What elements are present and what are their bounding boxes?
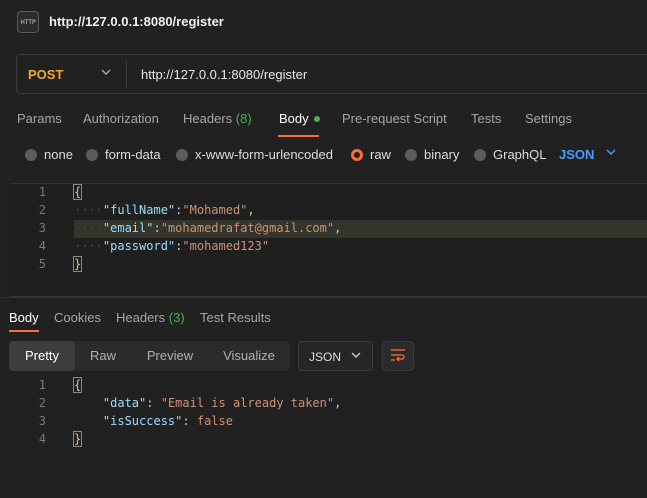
radio-raw-label: raw: [370, 147, 391, 162]
method-select[interactable]: POST: [28, 67, 63, 82]
line-number: 2: [38, 203, 46, 217]
resp-code-line-2: "data": "Email is already taken",: [102, 396, 342, 410]
tab-title[interactable]: http://127.0.0.1:8080/register: [49, 14, 224, 29]
response-format-label: JSON: [309, 350, 342, 364]
chevron-down-icon[interactable]: [605, 146, 617, 161]
code-line-3: ····"email":"mohamedrafat@gmail.com",: [74, 221, 342, 235]
tab-settings[interactable]: Settings: [525, 111, 572, 126]
resp-tab-test-results[interactable]: Test Results: [200, 310, 271, 325]
wrap-lines-button[interactable]: [382, 341, 414, 371]
radio-circle: [405, 148, 417, 161]
json-value: "Email is already taken": [160, 396, 335, 410]
json-key: "isSuccess": [102, 414, 183, 428]
line-number: 3: [38, 221, 46, 235]
response-body-viewer[interactable]: 1 2 3 4 { "data": "Email is already take…: [10, 377, 647, 457]
line-number: 4: [38, 432, 46, 446]
line-number: 4: [38, 239, 46, 253]
radio-circle: [176, 148, 188, 161]
tab-headers-label: Headers: [183, 111, 233, 126]
radio-binary[interactable]: binary: [405, 147, 459, 162]
radio-raw[interactable]: raw: [351, 147, 391, 162]
line-number: 3: [38, 414, 46, 428]
view-visualize-button[interactable]: Visualize: [211, 341, 287, 371]
json-key: "email": [102, 221, 154, 235]
code-line-1: {: [72, 184, 83, 200]
json-key: "password": [102, 239, 176, 253]
line-number: 1: [38, 185, 46, 199]
radio-form-data-label: form-data: [105, 147, 161, 162]
json-value: false: [196, 414, 233, 428]
radio-urlencoded-label: x-www-form-urlencoded: [195, 147, 333, 162]
resp-tab-headers[interactable]: Headers (3): [116, 310, 185, 325]
resp-active-tab-indicator: [9, 330, 39, 332]
close-brace: }: [72, 431, 83, 447]
radio-form-data[interactable]: form-data: [86, 147, 161, 162]
json-key: "fullName": [102, 203, 176, 217]
radio-none-label: none: [44, 147, 73, 162]
resp-tab-body[interactable]: Body: [9, 310, 39, 325]
http-file-icon: HTTP: [17, 11, 39, 33]
line-number: 5: [38, 257, 46, 271]
tab-params[interactable]: Params: [17, 111, 62, 126]
url-divider: [126, 60, 127, 88]
resp-headers-count-badge: (3): [168, 310, 185, 325]
headers-count-badge: (8): [235, 111, 252, 126]
wrap-lines-icon: [390, 348, 406, 365]
request-body-editor[interactable]: 1 2 3 4 5 { ····"fullName":"Mohamed", ··…: [10, 183, 647, 297]
close-brace: }: [72, 256, 83, 272]
tab-tests[interactable]: Tests: [471, 111, 501, 126]
resp-tab-cookies[interactable]: Cookies: [54, 310, 101, 325]
radio-graphql[interactable]: GraphQL: [474, 147, 546, 162]
tab-pre-request-label: Pre-request Script: [342, 111, 447, 126]
radio-circle: [86, 148, 98, 161]
view-pretty-button[interactable]: Pretty: [9, 341, 75, 371]
json-value: "mohamedrafat@gmail.com": [160, 221, 335, 235]
radio-circle: [474, 148, 486, 161]
code-line-2: ····"fullName":"Mohamed",: [74, 203, 255, 217]
view-raw-button[interactable]: Raw: [75, 341, 131, 371]
resp-tab-headers-label: Headers: [116, 310, 166, 325]
resp-tab-test-results-label: Test Results: [200, 310, 271, 325]
tab-body[interactable]: Body: [279, 111, 320, 126]
json-value: "mohamed123": [182, 239, 270, 253]
response-divider: [0, 297, 647, 298]
resp-code-line-4: }: [72, 431, 83, 447]
tab-settings-label: Settings: [525, 111, 572, 126]
resp-tab-body-label: Body: [9, 310, 39, 325]
body-format-select[interactable]: JSON: [559, 147, 594, 162]
tab-pre-request-script[interactable]: Pre-request Script: [342, 111, 447, 126]
code-line-5: }: [72, 256, 83, 272]
open-brace: {: [72, 184, 83, 200]
resp-tab-cookies-label: Cookies: [54, 310, 101, 325]
chevron-down-icon[interactable]: [100, 66, 112, 81]
tab-body-label: Body: [279, 111, 309, 126]
json-value: "Mohamed": [182, 203, 248, 217]
body-modified-dot: [313, 115, 320, 122]
tab-authorization[interactable]: Authorization: [83, 111, 159, 126]
view-preview-button[interactable]: Preview: [133, 341, 207, 371]
url-input[interactable]: [141, 67, 621, 82]
chevron-down-icon: [350, 349, 362, 364]
radio-circle: [25, 148, 37, 161]
resp-code-line-1: {: [72, 377, 83, 393]
line-number: 2: [38, 396, 46, 410]
radio-circle-checked: [351, 148, 363, 161]
resp-code-line-3: "isSuccess": false: [102, 414, 233, 428]
radio-urlencoded[interactable]: x-www-form-urlencoded: [176, 147, 333, 162]
open-brace: {: [72, 377, 83, 393]
tab-headers[interactable]: Headers (8): [183, 111, 252, 126]
line-number: 1: [38, 378, 46, 392]
radio-binary-label: binary: [424, 147, 460, 162]
radio-graphql-label: GraphQL: [493, 147, 547, 162]
tab-authorization-label: Authorization: [83, 111, 159, 126]
tab-tests-label: Tests: [471, 111, 502, 126]
http-icon-text: HTTP: [20, 18, 36, 26]
active-tab-indicator: [278, 135, 319, 137]
json-key: "data": [102, 396, 147, 410]
code-line-4: ····"password":"mohamed123": [74, 239, 270, 253]
tab-params-label: Params: [17, 111, 62, 126]
radio-none[interactable]: none: [25, 147, 73, 162]
